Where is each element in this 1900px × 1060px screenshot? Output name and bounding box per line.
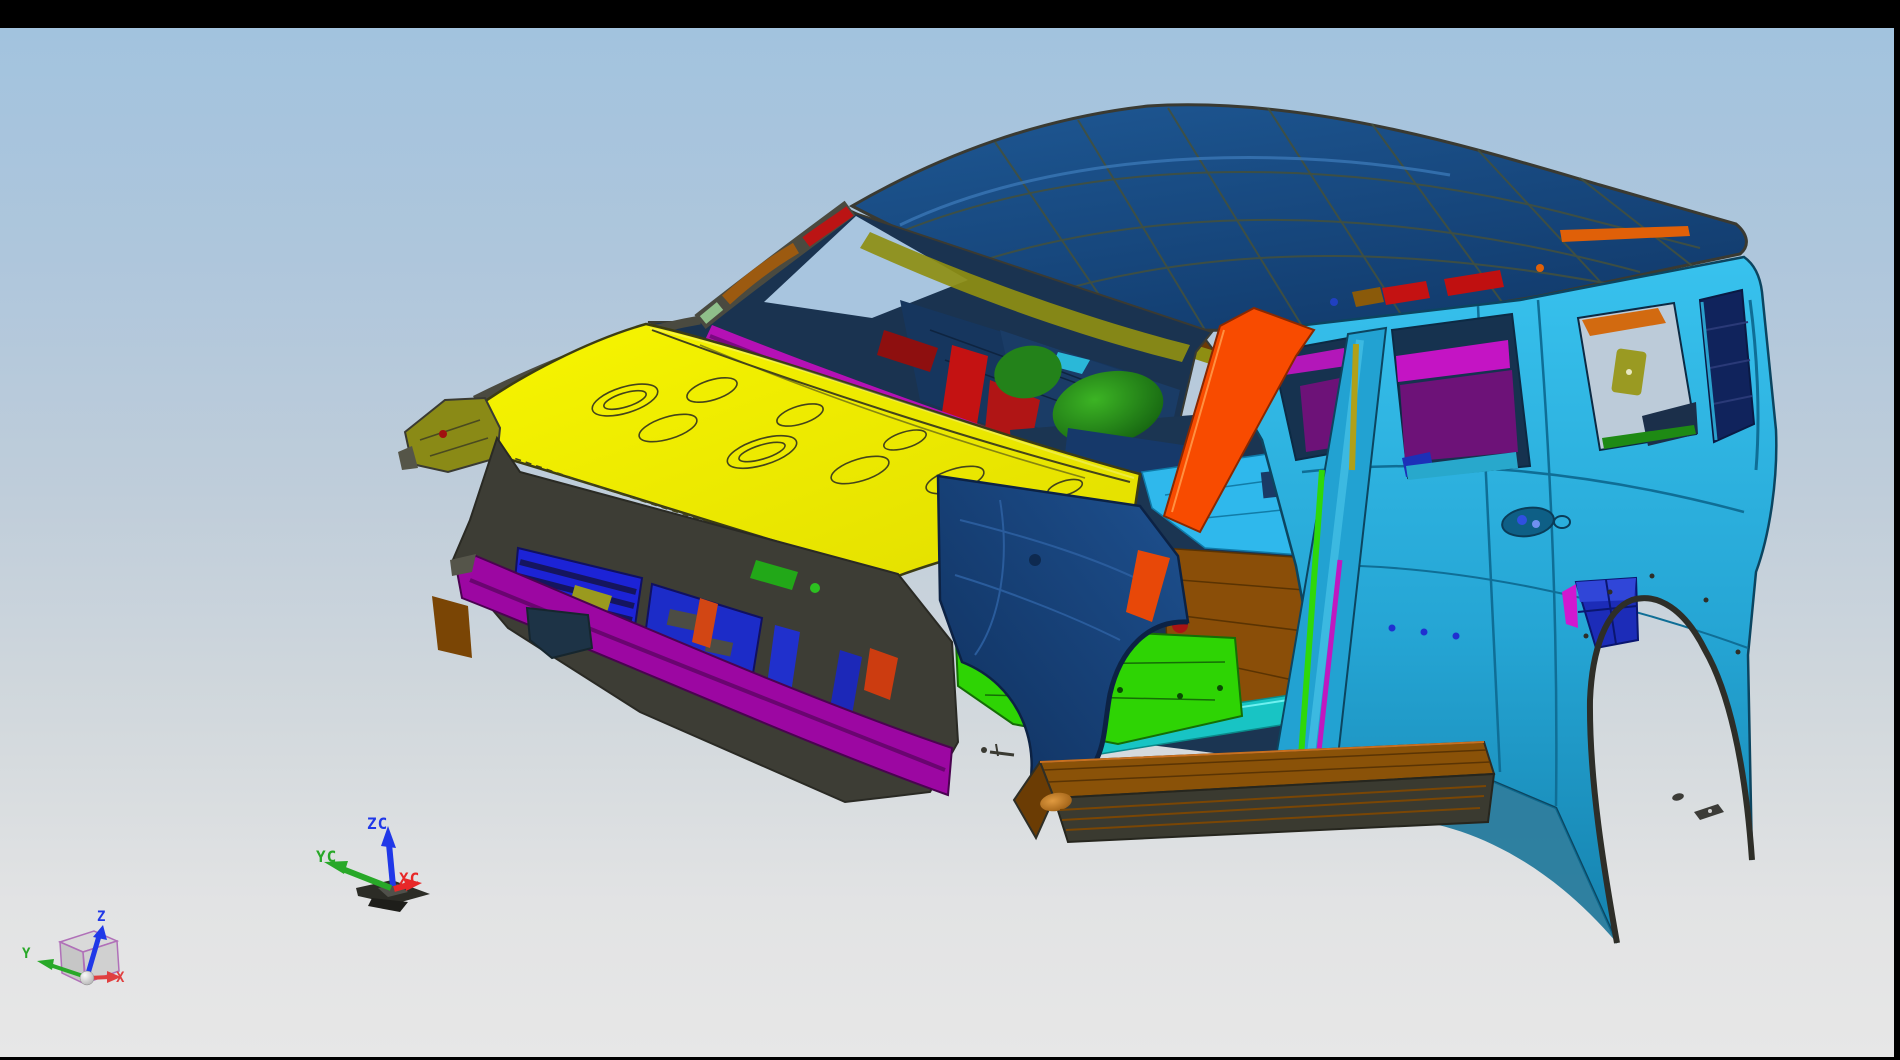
application-window: ZC YC XC Z xyxy=(0,0,1900,1060)
wcs-y-label: YC xyxy=(316,847,337,866)
csys-z-label: Z xyxy=(97,909,105,925)
apron-red-dot xyxy=(439,430,447,438)
csys-y-arrowhead xyxy=(37,959,54,970)
graphics-viewport[interactable]: ZC YC XC Z xyxy=(0,28,1894,1057)
right-black-strip xyxy=(1894,0,1900,1060)
rail-blue-dot xyxy=(1330,298,1338,306)
rail-orange-dot xyxy=(1536,264,1544,272)
handle-blue-bit xyxy=(1517,515,1527,525)
car-body-model[interactable] xyxy=(398,105,1776,943)
wcs-x-axis[interactable]: XC xyxy=(394,869,422,891)
debris-chip-1 xyxy=(1671,792,1684,802)
cowl-dot xyxy=(981,747,987,753)
handle-blue-bit-2 xyxy=(1532,520,1540,528)
wcs-triad[interactable]: ZC YC XC xyxy=(316,814,430,912)
csys-y-label: Y xyxy=(22,946,31,962)
brown-bracket xyxy=(432,596,472,658)
top-black-bar xyxy=(0,0,1900,28)
scene-canvas[interactable]: ZC YC XC Z xyxy=(0,28,1894,1057)
wcs-z-axis[interactable]: ZC xyxy=(367,814,396,886)
cowl-pin-mark xyxy=(990,752,1014,755)
datum-csys[interactable]: Z Y X xyxy=(22,909,125,986)
csys-x-label: X xyxy=(116,970,125,986)
fender-hole xyxy=(1029,554,1041,566)
apron-olive[interactable] xyxy=(405,398,500,472)
green-dot xyxy=(810,583,820,593)
rear-door-window[interactable] xyxy=(1392,314,1530,480)
csys-origin-sphere[interactable] xyxy=(80,971,94,985)
olive-plate-hole xyxy=(1626,369,1632,375)
wcs-x-label: XC xyxy=(399,869,420,888)
left-fender-apron[interactable] xyxy=(398,398,500,472)
tow-bracket xyxy=(527,608,592,658)
rear-window-purple-panel xyxy=(1400,370,1518,462)
b-pillar-olive-seal xyxy=(1352,344,1356,470)
wcs-z-label: ZC xyxy=(367,814,388,833)
debris-chip-hole xyxy=(1708,809,1712,813)
wcs-y-axis[interactable]: YC xyxy=(316,847,391,888)
